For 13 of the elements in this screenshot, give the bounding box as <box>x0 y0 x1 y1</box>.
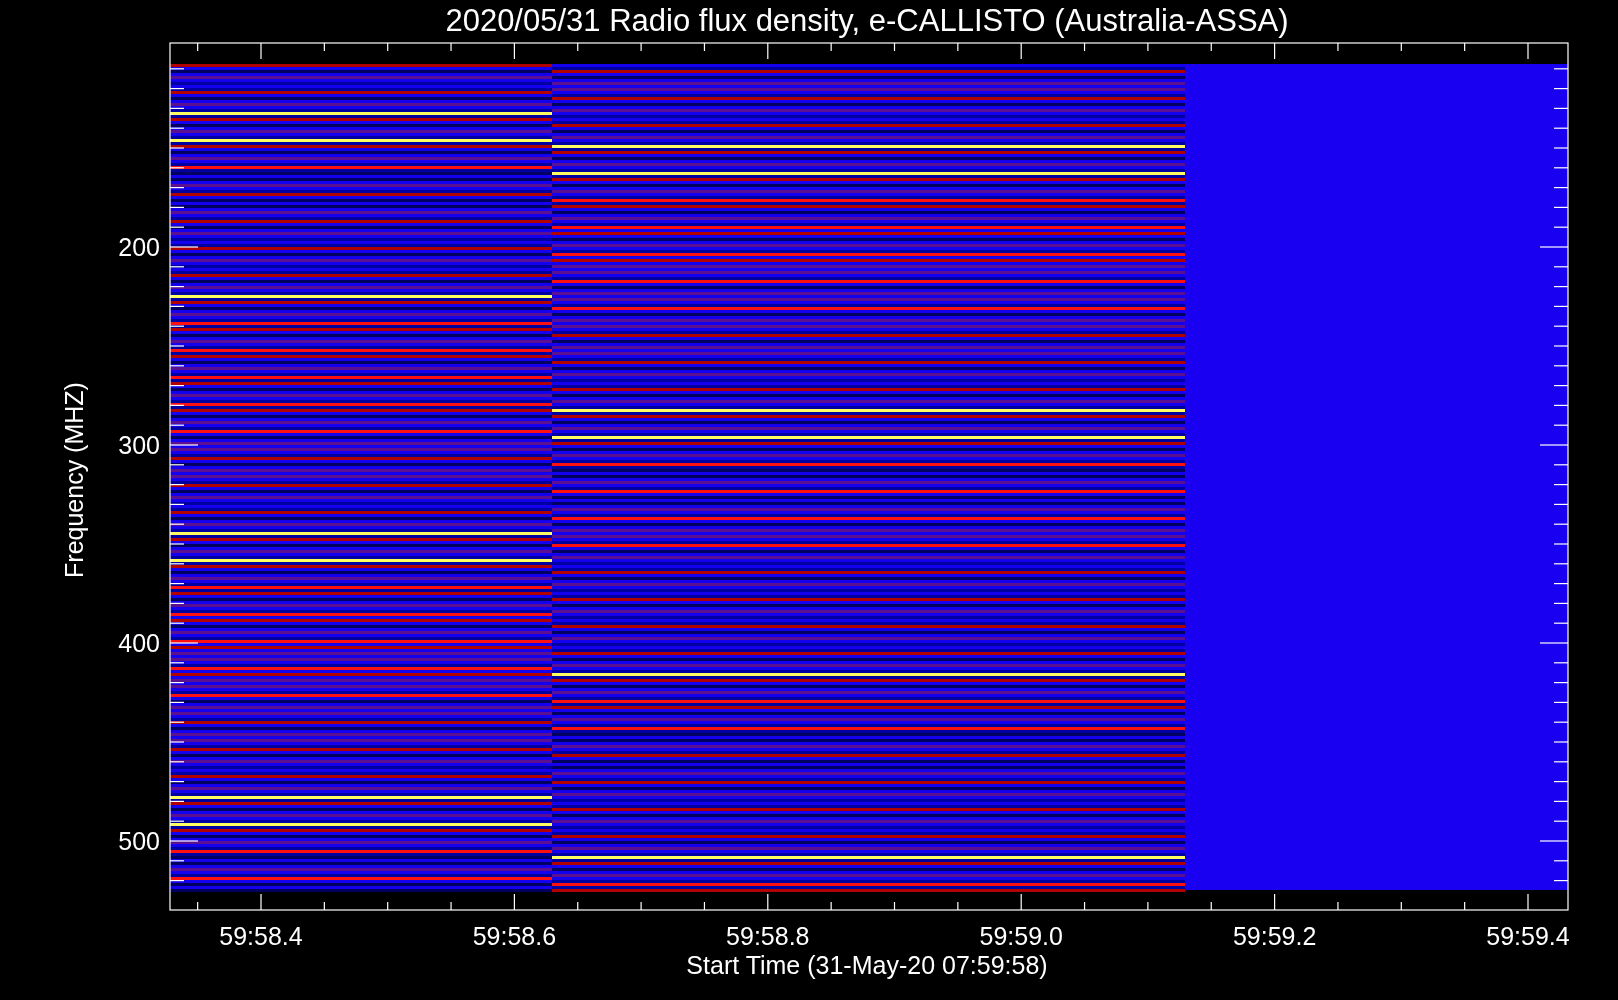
x-tick-label: 59:59.4 <box>1486 922 1570 950</box>
y-tick-label: 300 <box>118 431 160 459</box>
x-tick-label: 59:59.2 <box>1232 922 1317 950</box>
x-tick-label: 59:58.8 <box>726 922 810 950</box>
chart-title: 2020/05/31 Radio flux density, e-CALLISTO (Australia-ASSA) <box>445 3 1289 38</box>
x-tick-label: 59:58.6 <box>472 922 557 950</box>
y-axis-label: Frequency (MHZ) <box>60 382 88 578</box>
x-tick-label: 59:58.4 <box>219 922 303 950</box>
x-tick-label: 59:59.0 <box>979 922 1063 950</box>
y-tick-label: 500 <box>118 827 160 855</box>
y-tick-label: 200 <box>118 233 160 261</box>
y-tick-label: 400 <box>118 629 160 657</box>
x-axis-label: Start Time (31-May-20 07:59:58) <box>686 951 1048 979</box>
